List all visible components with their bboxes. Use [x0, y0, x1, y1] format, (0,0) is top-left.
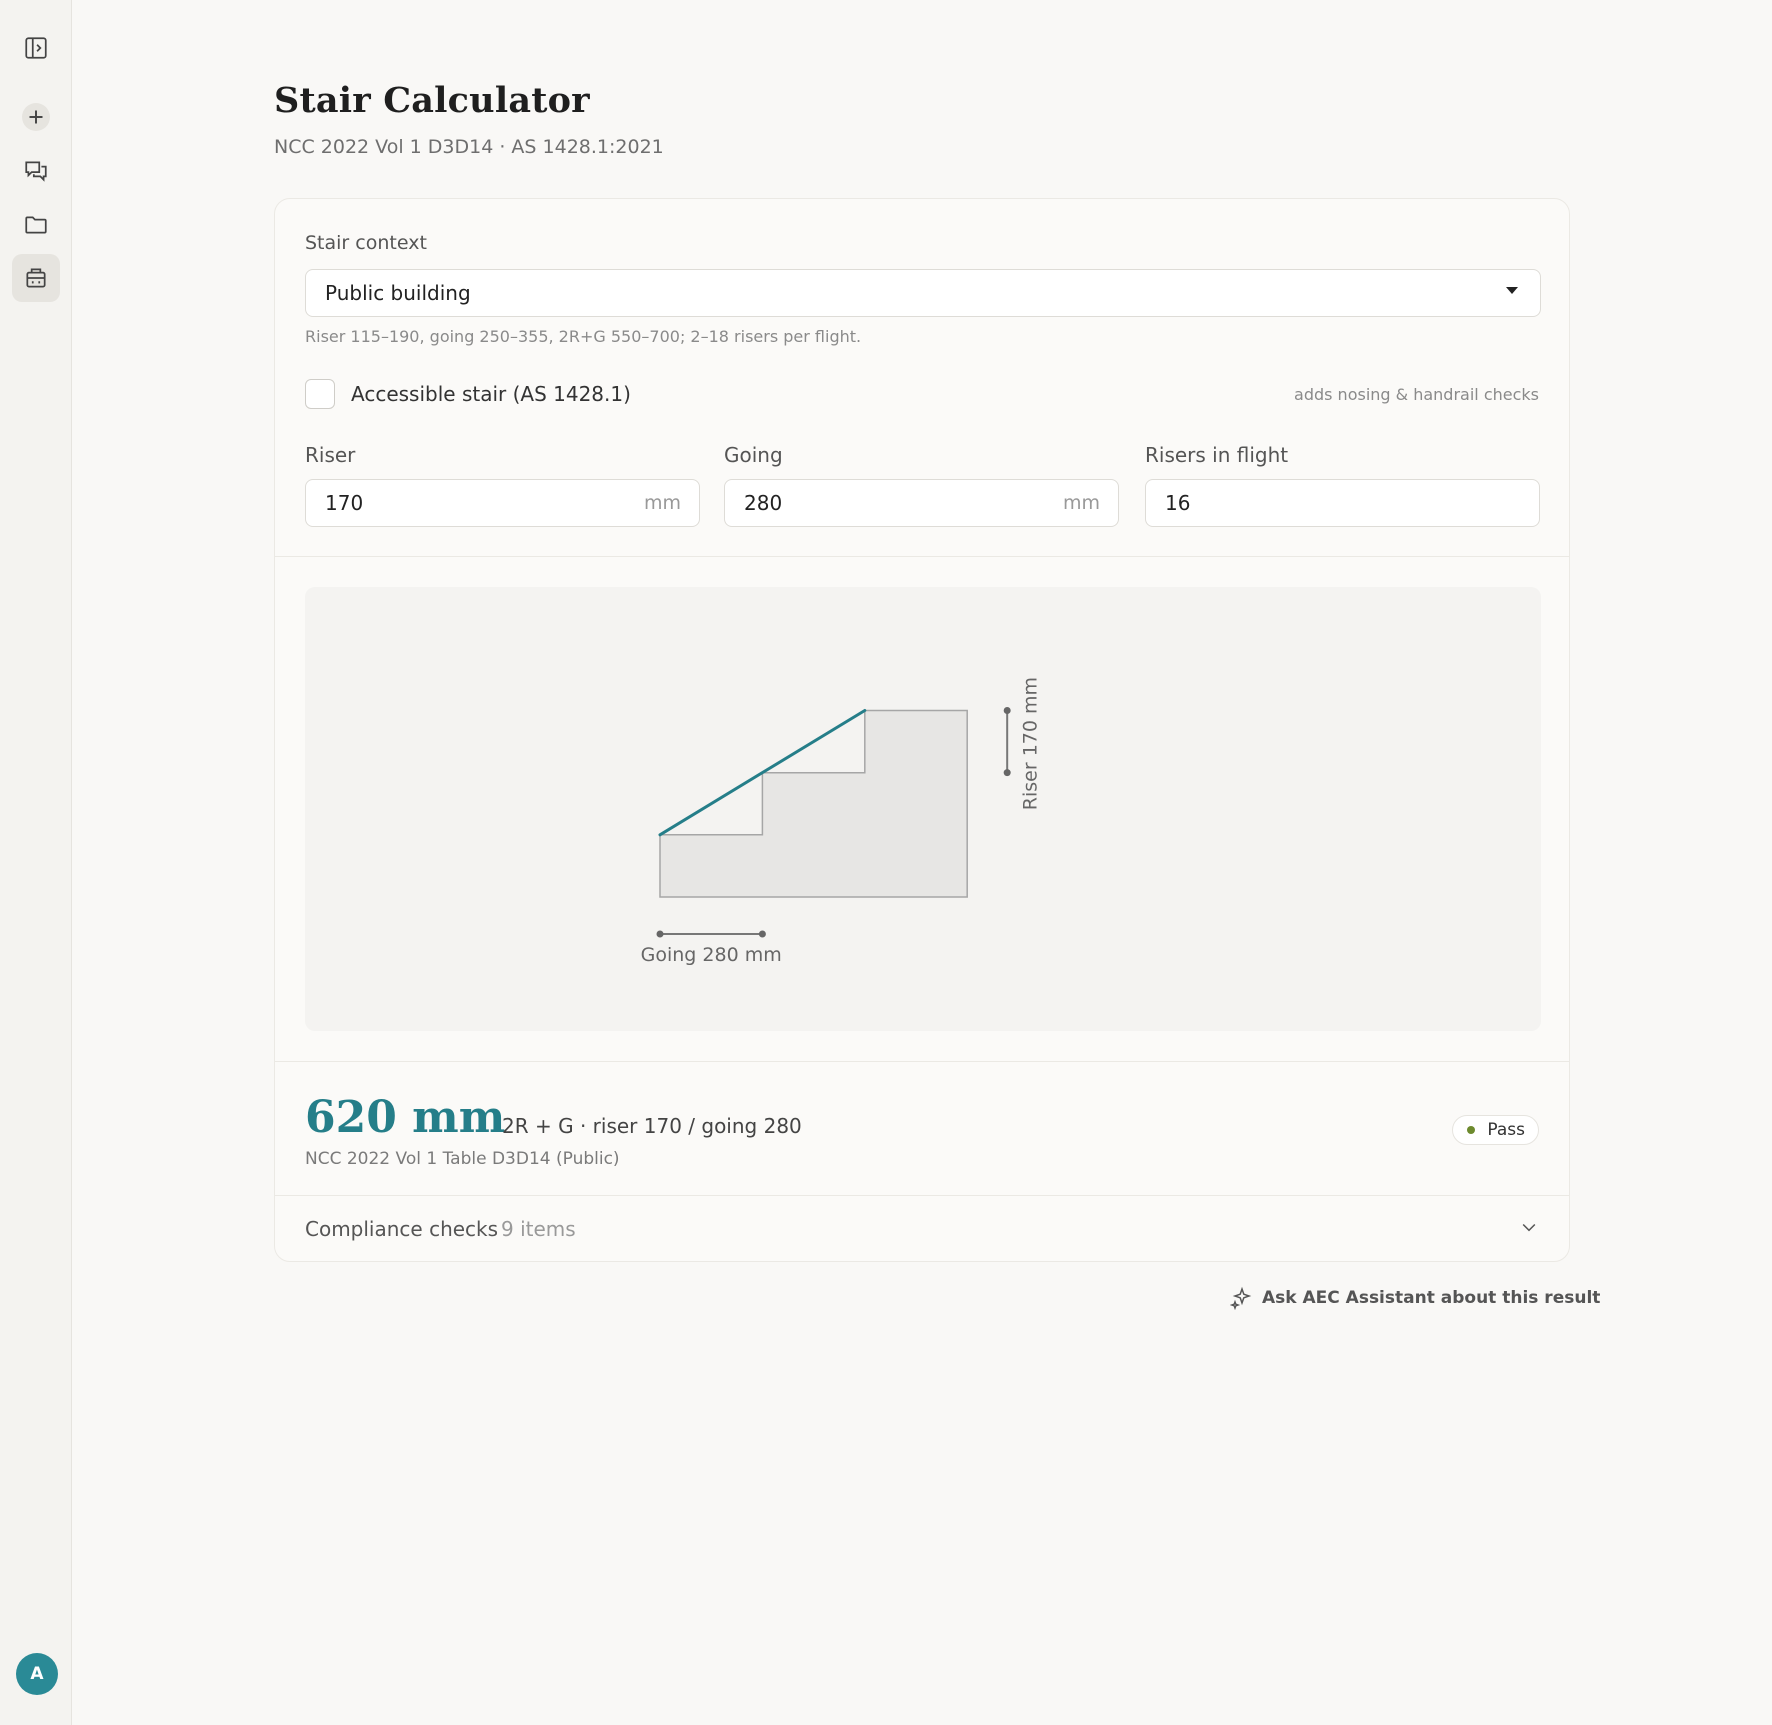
going-dimension: Going 280 mm [641, 930, 782, 966]
calculator-icon [26, 268, 46, 288]
risers-value: 16 [1165, 491, 1191, 515]
tools-button[interactable] [12, 254, 60, 302]
status-dot [1467, 1126, 1476, 1134]
context-select[interactable]: Public building [305, 269, 1541, 317]
risers-input[interactable]: 16 [1145, 479, 1540, 527]
chats-button[interactable] [12, 147, 60, 195]
accessible-checkbox[interactable] [305, 379, 335, 409]
stair-diagram-svg: Riser 170 mm Going 280 mm [641, 677, 1042, 966]
context-label: Stair context [305, 232, 427, 254]
stair-diagram: Riser 170 mm Going 280 mm [305, 587, 1541, 1031]
going-label: Going [724, 443, 783, 467]
result-value: 620 mm [305, 1092, 506, 1143]
accessible-note: adds nosing & handrail checks [1294, 385, 1539, 404]
sidebar-toggle-icon [25, 37, 47, 59]
riser-value: 170 [325, 491, 364, 515]
result-formula: 2R + G · riser 170 / going 280 [502, 1114, 802, 1138]
sparkle-icon [1230, 1286, 1252, 1310]
sidebar-toggle-button[interactable] [12, 24, 60, 72]
divider [275, 556, 1569, 557]
plus-icon [22, 103, 50, 131]
context-hint: Riser 115–190, going 250–355, 2R+G 550–7… [305, 327, 862, 346]
avatar[interactable]: A [16, 1653, 58, 1695]
riser-dimension: Riser 170 mm [1003, 677, 1042, 810]
riser-dimension-label: Riser 170 mm [1020, 677, 1042, 810]
going-dimension-label: Going 280 mm [641, 944, 782, 966]
status-badge: Pass [1452, 1115, 1539, 1145]
going-value: 280 [744, 491, 783, 515]
folder-icon [25, 216, 47, 234]
riser-unit: mm [643, 492, 681, 514]
ask-assistant-link[interactable]: Ask AEC Assistant about this result [1230, 1286, 1600, 1310]
riser-input[interactable]: 170 mm [305, 479, 700, 527]
ask-assistant-label: Ask AEC Assistant about this result [1262, 1288, 1601, 1308]
status-label: Pass [1487, 1120, 1525, 1140]
accessible-checkbox-label[interactable]: Accessible stair (AS 1428.1) [351, 382, 631, 406]
sidebar: A [0, 0, 72, 1725]
divider [275, 1061, 1569, 1062]
context-select-value: Public building [325, 281, 471, 305]
chat-icon [25, 161, 47, 182]
calculator-card: Stair context Public building Riser 115–… [274, 198, 1570, 1262]
chevron-down-icon [1522, 1223, 1536, 1232]
page-subtitle: NCC 2022 Vol 1 D3D14 · AS 1428.1:2021 [274, 136, 664, 158]
page-title: Stair Calculator [274, 80, 590, 121]
going-unit: mm [1062, 492, 1100, 514]
stair-body [659, 709, 968, 898]
compliance-checks-toggle[interactable]: Compliance checks 9 items [275, 1197, 1569, 1261]
projects-button[interactable] [12, 201, 60, 249]
going-input[interactable]: 280 mm [724, 479, 1119, 527]
risers-label: Risers in flight [1145, 443, 1289, 467]
divider [275, 1195, 1569, 1196]
new-button[interactable] [12, 93, 60, 141]
riser-label: Riser [305, 443, 356, 467]
compliance-checks-title: Compliance checks [305, 1217, 499, 1241]
result-reference: NCC 2022 Vol 1 Table D3D14 (Public) [305, 1149, 620, 1169]
compliance-checks-count: 9 items [501, 1217, 576, 1241]
chevron-down-icon [1506, 287, 1518, 294]
